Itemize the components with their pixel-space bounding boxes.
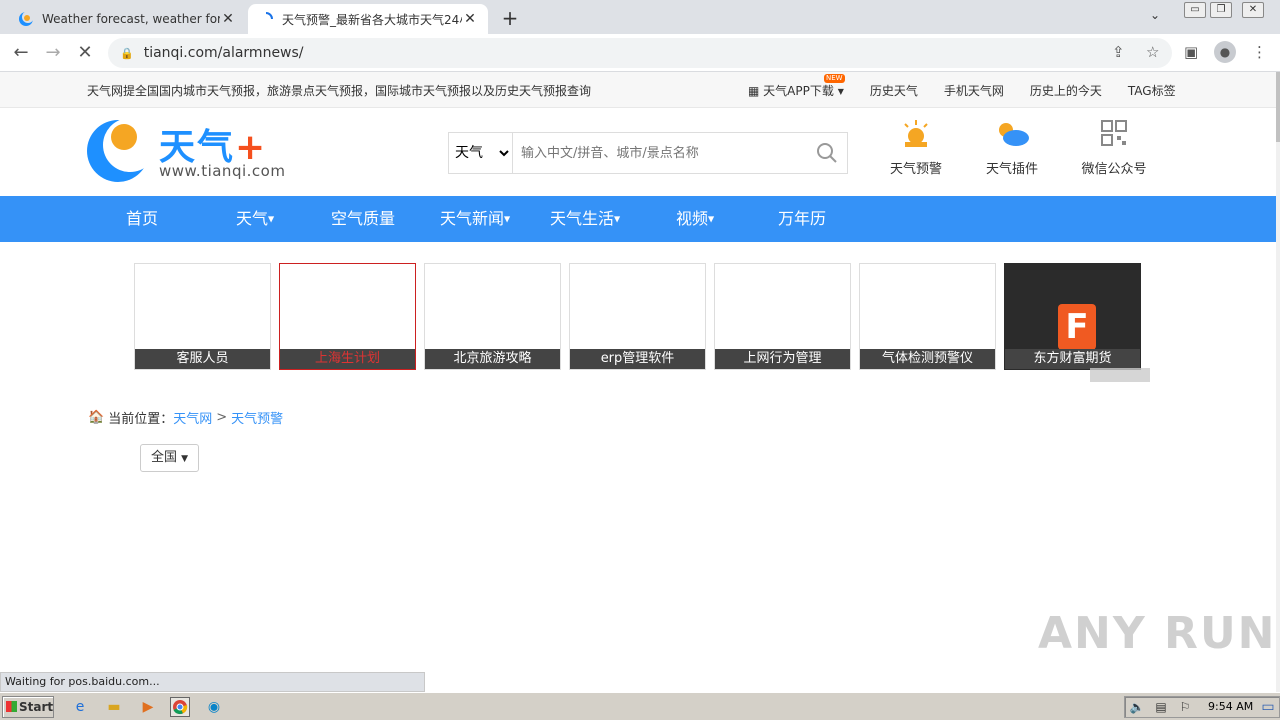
browser-toolbar: ← → ✕ 🔒 tianqi.com/alarmnews/ ⇪ ☆ ▣ ● ⋮	[0, 34, 1280, 72]
share-icon[interactable]: ⇪	[1112, 43, 1125, 61]
weather-plugin-icon	[972, 118, 1052, 158]
ad-tile[interactable]: 上网行为管理	[714, 263, 851, 370]
close-tab-icon[interactable]: ✕	[220, 11, 236, 27]
media-player-icon[interactable]: ▶	[138, 697, 158, 717]
ad-tile[interactable]: F 东方财富期货	[1004, 263, 1141, 370]
ad-tile[interactable]: 气体检测预警仪	[859, 263, 996, 370]
tag-link[interactable]: TAG标签	[1128, 82, 1176, 99]
search-input[interactable]	[513, 133, 807, 173]
quick-link-plugin[interactable]: 天气插件	[972, 118, 1052, 177]
nav-weather[interactable]: 天气▼	[236, 196, 274, 242]
back-arrow-icon[interactable]: ←	[10, 42, 32, 63]
web-page: 天气网提全国国内城市天气预报，旅游景点天气预报，国际城市天气预报以及历史天气预报…	[0, 72, 1280, 692]
ad-close-tag[interactable]	[1090, 368, 1150, 382]
restore-icon[interactable]: ❐	[1210, 2, 1232, 18]
history-weather-link[interactable]: 历史天气	[870, 82, 918, 99]
breadcrumb: 🏠 当前位置： 天气网 > 天气预警	[88, 408, 284, 427]
minimize-icon[interactable]: ▭	[1184, 2, 1206, 18]
watermark-logo: ANY RUN	[1038, 608, 1277, 659]
main-nav: 首页 天气▼ 空气质量 天气新闻▼ 天气生活▼ 视频▼ 万年历	[0, 196, 1276, 242]
menu-kebab-icon[interactable]: ⋮	[1252, 43, 1267, 61]
app-download-link[interactable]: ▦ 天气APP下载 NEW ▼	[748, 74, 845, 99]
loading-icon	[258, 11, 274, 27]
side-panel-icon[interactable]: ▣	[1184, 43, 1198, 61]
tab-weather-alarm[interactable]: 天气预警_最新省各大城市天气24小时 ✕	[248, 4, 488, 34]
caret-down-icon: ▼	[268, 214, 275, 224]
logo-url: www.tianqi.com	[159, 162, 286, 180]
ad-tile[interactable]: erp管理软件	[569, 263, 706, 370]
breadcrumb-home-link[interactable]: 天气网	[173, 408, 212, 427]
forward-arrow-icon[interactable]: →	[42, 42, 64, 63]
site-intro: 天气网提全国国内城市天气预报，旅游景点天气预报，国际城市天气预报以及历史天气预报…	[87, 84, 592, 98]
ad-tile[interactable]: 客服人员	[134, 263, 271, 370]
tab-title: 天气预警_最新省各大城市天气24小时	[282, 12, 462, 27]
scroll-thumb[interactable]	[1276, 72, 1280, 142]
folder-icon[interactable]: ▬	[104, 697, 124, 717]
windows-flag-icon	[6, 701, 17, 712]
quick-link-wechat[interactable]: 微信公众号	[1074, 118, 1154, 177]
sun-logo-icon	[111, 124, 137, 150]
caret-down-icon: ▼	[708, 214, 715, 224]
site-top-bar: 天气网提全国国内城市天气预报，旅游景点天气预报，国际城市天气预报以及历史天气预报…	[0, 72, 1276, 108]
lock-icon[interactable]: 🔒	[120, 47, 134, 60]
bookmark-star-icon[interactable]: ☆	[1146, 43, 1159, 61]
ie-icon[interactable]: e	[70, 697, 90, 717]
home-icon: 🏠	[88, 410, 105, 425]
alarm-icon	[876, 118, 956, 158]
mobile-weather-link[interactable]: 手机天气网	[944, 82, 1004, 99]
breadcrumb-current-link[interactable]: 天气预警	[231, 408, 283, 427]
show-desktop-icon[interactable]: ▭	[1258, 697, 1278, 717]
system-tray: 🔈 ▤ ⚐	[1124, 696, 1280, 718]
caret-down-icon: ▼	[614, 214, 621, 224]
tab-weather-forecast[interactable]: Weather forecast, weather forecast ✕	[8, 4, 246, 34]
nav-video[interactable]: 视频▼	[676, 196, 714, 242]
os-taskbar: Start e ▬ ▶ ◉ 🔈 ▤ ⚐ 9:54 AM ▭	[0, 692, 1280, 720]
start-button[interactable]: Start	[2, 696, 54, 718]
caret-down-icon: ▼	[181, 454, 189, 464]
ad-tile[interactable]: 北京旅游攻略	[424, 263, 561, 370]
address-bar[interactable]: 🔒 tianqi.com/alarmnews/	[108, 38, 1172, 68]
today-in-history-link[interactable]: 历史上的今天	[1030, 82, 1102, 99]
new-tab-button[interactable]: +	[498, 6, 522, 30]
caret-down-icon: ▼	[837, 87, 844, 96]
nav-weather-news[interactable]: 天气新闻▼	[440, 196, 510, 242]
weather-favicon-icon	[18, 11, 34, 27]
close-tab-icon[interactable]: ✕	[462, 11, 478, 27]
profile-avatar-icon[interactable]: ●	[1214, 41, 1236, 63]
close-window-icon[interactable]: ✕	[1242, 2, 1264, 18]
clock: 9:54 AM	[1208, 700, 1254, 713]
edge-icon[interactable]: ◉	[204, 697, 224, 717]
qr-code-icon	[1074, 118, 1154, 158]
tab-title: Weather forecast, weather forecast	[42, 12, 220, 26]
new-badge: NEW	[824, 74, 845, 83]
nav-calendar[interactable]: 万年历	[778, 196, 826, 242]
flag-icon[interactable]: ⚐	[1175, 697, 1195, 717]
qr-small-icon: ▦	[748, 84, 760, 98]
status-bar: Waiting for pos.baidu.com...	[0, 672, 425, 692]
quick-link-alarm[interactable]: 天气预警	[876, 118, 956, 177]
nav-weather-life[interactable]: 天气生活▼	[550, 196, 620, 242]
nav-home[interactable]: 首页	[126, 196, 158, 242]
search-icon[interactable]	[807, 133, 847, 173]
page-scrollbar[interactable]	[1276, 72, 1280, 692]
stop-loading-icon[interactable]: ✕	[74, 42, 96, 63]
search-type-select[interactable]: 天气	[449, 133, 513, 173]
eastmoney-logo-icon: F	[1058, 304, 1096, 350]
region-dropdown[interactable]: 全国 ▼	[140, 444, 200, 472]
tab-search-chevron-icon[interactable]: ⌄	[1150, 8, 1160, 22]
url-text: tianqi.com/alarmnews/	[143, 45, 304, 61]
chrome-icon[interactable]	[170, 697, 190, 717]
volume-icon[interactable]: 🔈	[1127, 697, 1147, 717]
search-box: 天气	[448, 132, 848, 174]
browser-tab-strip: Weather forecast, weather forecast ✕ 天气预…	[0, 0, 1280, 34]
nav-air-quality[interactable]: 空气质量	[331, 196, 395, 242]
ad-tile[interactable]: 上海生计划	[279, 263, 416, 370]
network-icon[interactable]: ▤	[1151, 697, 1171, 717]
top-links: ▦ 天气APP下载 NEW ▼ 历史天气 手机天气网 历史上的今天 TAG标签	[748, 74, 1202, 99]
site-logo[interactable]: 天气+ www.tianqi.com	[87, 118, 287, 184]
caret-down-icon: ▼	[504, 214, 511, 224]
